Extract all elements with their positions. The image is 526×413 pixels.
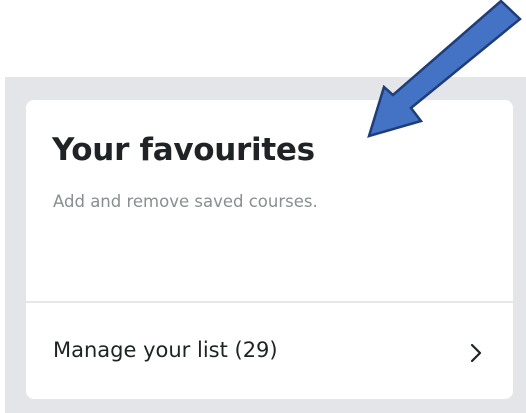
manage-list-link[interactable]: Manage your list (29) bbox=[26, 303, 513, 399]
manage-list-label: Manage your list (29) bbox=[53, 338, 278, 362]
card-subtitle: Add and remove saved courses. bbox=[53, 192, 318, 211]
favourites-card: Your favourites Add and remove saved cou… bbox=[26, 100, 513, 399]
chevron-right-icon bbox=[470, 343, 482, 363]
card-title: Your favourites bbox=[52, 132, 315, 168]
